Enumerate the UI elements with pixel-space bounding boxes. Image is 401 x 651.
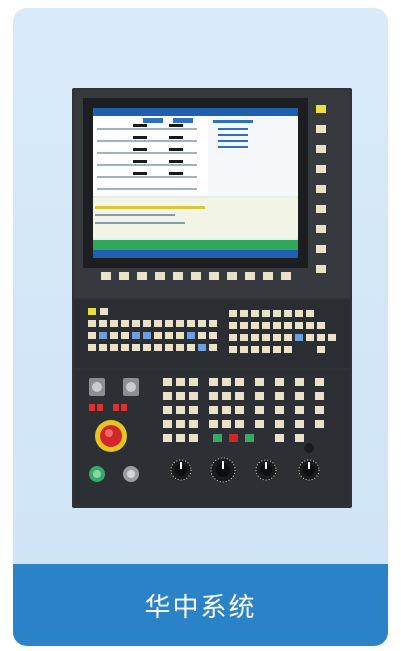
product-card[interactable]: 华中系统 <box>13 8 388 646</box>
card-title: 华中系统 <box>144 592 257 623</box>
emergency-stop-button <box>95 420 127 452</box>
card-footer: 华中系统 <box>13 564 388 646</box>
product-photo <box>13 8 388 564</box>
axis-keys <box>213 434 254 442</box>
screen <box>93 108 298 258</box>
cnc-panel-illustration <box>72 88 352 508</box>
side-keys <box>316 105 326 273</box>
